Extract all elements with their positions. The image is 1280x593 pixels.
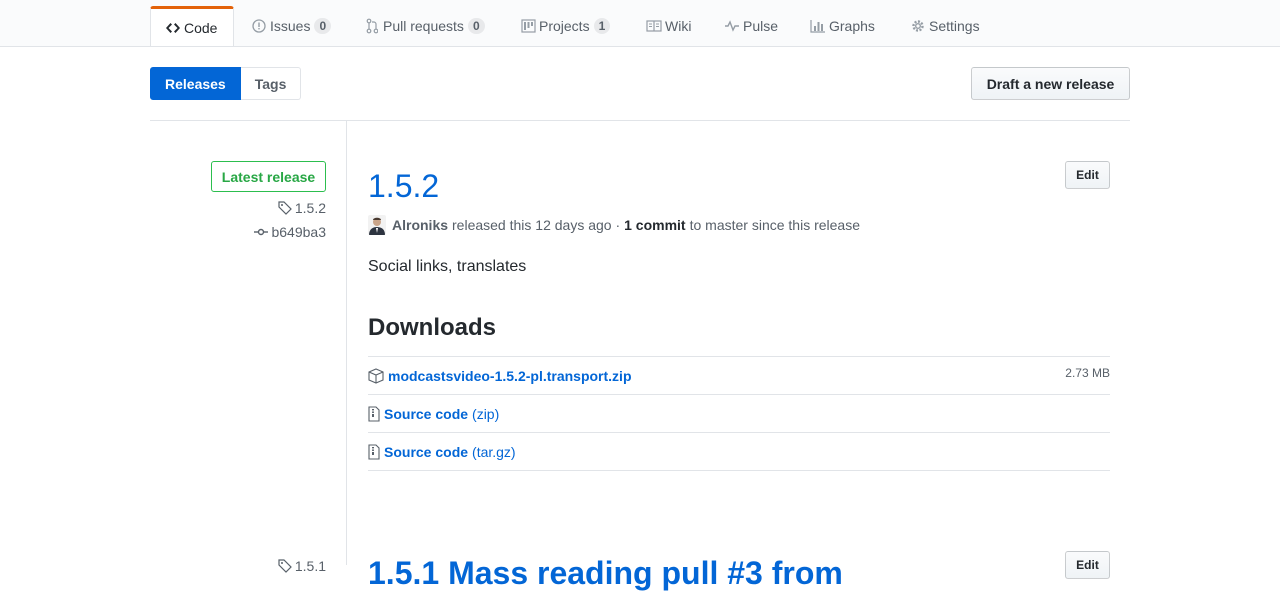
next-release-tag[interactable]: 1.5.1 [278,558,326,574]
draft-new-release-button[interactable]: Draft a new release [971,67,1130,100]
tab-wiki-label: Wiki [665,18,692,34]
tab-graphs[interactable]: Graphs [810,6,875,46]
tag-icon [278,559,292,573]
code-icon [165,20,181,36]
release-description: Social links, translates [368,258,527,275]
since-text: to master since this release [689,217,860,233]
tab-pull-requests[interactable]: Pull requests 0 [364,6,485,46]
tab-graphs-label: Graphs [829,18,875,34]
latest-release-badge: Latest release [211,161,326,192]
downloads-list: modcastsvideo-1.5.2-pl.transport.zip 2.7… [368,356,1110,471]
release-title[interactable]: 1.5.2 [368,166,439,206]
edit-release-button[interactable]: Edit [1065,161,1110,189]
tab-code-label: Code [184,19,218,36]
project-icon [520,18,536,34]
tab-issues[interactable]: Issues 0 [251,6,332,46]
tab-projects-label: Projects [539,18,590,34]
releases-tags-switch: Releases Tags [150,67,302,100]
release-author[interactable]: Alroniks [392,217,448,233]
list-item[interactable]: Source code (zip) [368,395,1110,433]
release-authorship: Alroniks released this 12 days ago · 1 c… [368,215,860,235]
file-zip-icon [368,405,380,422]
repo-nav: Code Issues 0 Pull requests 0 Projects 1… [0,0,1280,47]
release-commit-label: b649ba3 [271,224,326,240]
downloads-heading: Downloads [368,314,497,341]
list-item[interactable]: modcastsvideo-1.5.2-pl.transport.zip 2.7… [368,357,1110,395]
avatar[interactable] [368,215,386,235]
released-text: released this 12 days ago · [452,217,621,233]
gear-icon [910,18,926,34]
tab-code[interactable]: Code [150,6,234,46]
source-code-targz-link[interactable]: Source code [384,444,468,460]
tab-pull-requests-label: Pull requests [383,18,464,34]
source-code-zip-link[interactable]: Source code [384,406,468,422]
file-zip-icon [368,443,380,460]
tab-pulse-label: Pulse [743,18,779,34]
issue-icon [251,18,267,34]
projects-counter: 1 [593,18,611,34]
divider [150,120,1130,121]
pulls-counter: 0 [467,18,485,34]
download-link[interactable]: modcastsvideo-1.5.2-pl.transport.zip [388,368,632,384]
tags-tab[interactable]: Tags [240,67,302,100]
release-commit[interactable]: b649ba3 [254,224,326,240]
package-icon [368,367,384,384]
next-release-title[interactable]: 1.5.1 Mass reading pull #3 from [368,553,843,593]
tab-settings-label: Settings [929,18,980,34]
next-release-tag-label: 1.5.1 [294,558,326,574]
release-tag-label: 1.5.2 [294,200,326,216]
download-suffix: (zip) [472,405,500,422]
list-item[interactable]: Source code (tar.gz) [368,433,1110,471]
download-size: 2.73 MB [1065,366,1110,380]
tab-settings[interactable]: Settings [910,6,980,46]
commits-since-link[interactable]: 1 commit [624,217,685,233]
issues-counter: 0 [314,18,332,34]
tab-projects[interactable]: Projects 1 [520,6,611,46]
tab-wiki[interactable]: Wiki [646,6,691,46]
git-commit-icon [254,225,269,239]
graph-icon [810,18,826,34]
git-pull-request-icon [364,18,380,34]
releases-tab[interactable]: Releases [150,67,241,100]
timeline-divider [346,121,347,565]
release-tag[interactable]: 1.5.2 [278,200,326,216]
download-suffix: (tar.gz) [472,443,516,460]
tag-icon [278,201,292,215]
tab-issues-label: Issues [270,18,311,34]
pulse-icon [724,18,740,34]
edit-next-release-button[interactable]: Edit [1065,551,1110,579]
tab-pulse[interactable]: Pulse [724,6,778,46]
book-icon [646,18,662,34]
